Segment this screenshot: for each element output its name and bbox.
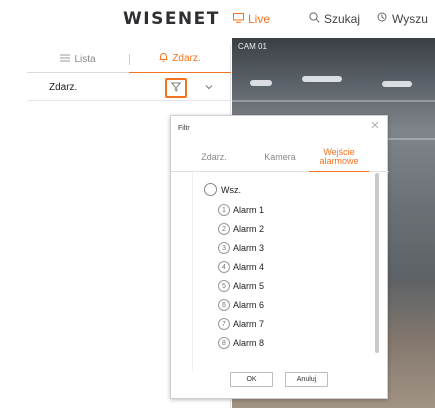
ceiling-beam xyxy=(232,100,435,102)
alarm-label: Alarm 2 xyxy=(233,224,265,234)
alarm-number-badge: 4 xyxy=(218,261,230,273)
bell-icon xyxy=(159,52,168,65)
tab-alarm-input[interactable]: Wejście alarmowe xyxy=(309,142,369,172)
tab-events-label: Zdarz. xyxy=(172,53,201,64)
cancel-button[interactable]: Anuluj xyxy=(285,372,328,387)
event-filter-label: Zdarz. xyxy=(49,82,78,93)
filter-button[interactable] xyxy=(165,78,187,98)
nav-search-label: Szukaj xyxy=(324,12,361,26)
alarm-label: Alarm 1 xyxy=(233,205,265,215)
list-item[interactable]: 8 Alarm 8 xyxy=(218,337,264,349)
ceiling-light xyxy=(302,76,342,82)
event-filter-row: Zdarz. xyxy=(27,75,231,101)
scrollbar-thumb[interactable] xyxy=(375,173,379,353)
nav-find[interactable]: Wyszu xyxy=(377,12,428,26)
ceiling-light xyxy=(382,81,412,87)
alarm-number-badge: 5 xyxy=(218,280,230,292)
dialog-tabs: Zdarz. Kamera Wejście alarmowe xyxy=(171,142,389,172)
nav-live[interactable]: Live xyxy=(233,12,270,26)
alarm-number-badge: 2 xyxy=(218,223,230,235)
alarm-label: Alarm 6 xyxy=(233,300,265,310)
tab-list-label: Lista xyxy=(74,53,96,65)
ceiling-light xyxy=(250,80,272,86)
alarm-label: Alarm 3 xyxy=(233,243,265,253)
tab-list[interactable]: Lista xyxy=(27,45,129,73)
panel-tabs: Lista Zdarz. xyxy=(27,45,231,73)
tab-alarm-input-label: Wejście alarmowe xyxy=(319,146,359,166)
tab-camera-label: Kamera xyxy=(264,151,296,162)
list-item[interactable]: 7 Alarm 7 xyxy=(218,318,264,330)
list-item[interactable]: 2 Alarm 2 xyxy=(218,223,264,235)
dialog-title: Filtr xyxy=(178,125,190,132)
tab-camera[interactable]: Kamera xyxy=(257,142,303,172)
list-item[interactable]: 1 Alarm 1 xyxy=(218,204,264,216)
all-option[interactable]: Wsz. xyxy=(204,183,241,196)
alarm-label: Alarm 4 xyxy=(233,262,265,272)
alarm-number-badge: 7 xyxy=(218,318,230,330)
nav-search[interactable]: Szukaj xyxy=(309,12,360,26)
clock-search-icon xyxy=(377,12,388,26)
alarm-list: Wsz. 1 Alarm 1 2 Alarm 2 3 Alarm 3 4 Ala… xyxy=(192,173,379,371)
search-icon xyxy=(309,12,320,26)
list-item[interactable]: 4 Alarm 4 xyxy=(218,261,264,273)
camera-label: CAM 01 xyxy=(238,42,267,51)
tab-divider xyxy=(129,54,130,65)
tab-events-filter[interactable]: Zdarz. xyxy=(191,142,237,172)
nav-live-label: Live xyxy=(248,12,271,26)
wisenet-logo: WISENET xyxy=(123,9,220,29)
alarm-label: Alarm 5 xyxy=(233,281,265,291)
list-item[interactable]: 3 Alarm 3 xyxy=(218,242,264,254)
close-icon[interactable] xyxy=(371,121,379,132)
filter-dialog: Filtr Zdarz. Kamera Wejście alarmowe Wsz… xyxy=(170,115,389,399)
list-item[interactable]: 5 Alarm 5 xyxy=(218,280,264,292)
alarm-label: Alarm 7 xyxy=(233,319,265,329)
radio-button[interactable] xyxy=(204,183,217,196)
alarm-number-badge: 8 xyxy=(218,337,230,349)
tab-events-filter-label: Zdarz. xyxy=(201,151,227,162)
list-icon xyxy=(60,54,71,65)
filter-icon xyxy=(170,79,182,97)
ok-button[interactable]: OK xyxy=(230,372,273,387)
chevron-down-icon[interactable] xyxy=(205,82,213,92)
alarm-number-badge: 6 xyxy=(218,299,230,311)
alarm-number-badge: 3 xyxy=(218,242,230,254)
alarm-number-badge: 1 xyxy=(218,204,230,216)
tab-events[interactable]: Zdarz. xyxy=(129,45,231,73)
all-option-label: Wsz. xyxy=(221,184,241,195)
nav-find-label: Wyszu xyxy=(392,12,428,26)
monitor-icon xyxy=(233,12,244,26)
list-item[interactable]: 6 Alarm 6 xyxy=(218,299,264,311)
top-bar: WISENET Live Szukaj Wyszu xyxy=(27,0,435,38)
scrollbar[interactable] xyxy=(375,173,379,353)
alarm-label: Alarm 8 xyxy=(233,338,265,348)
